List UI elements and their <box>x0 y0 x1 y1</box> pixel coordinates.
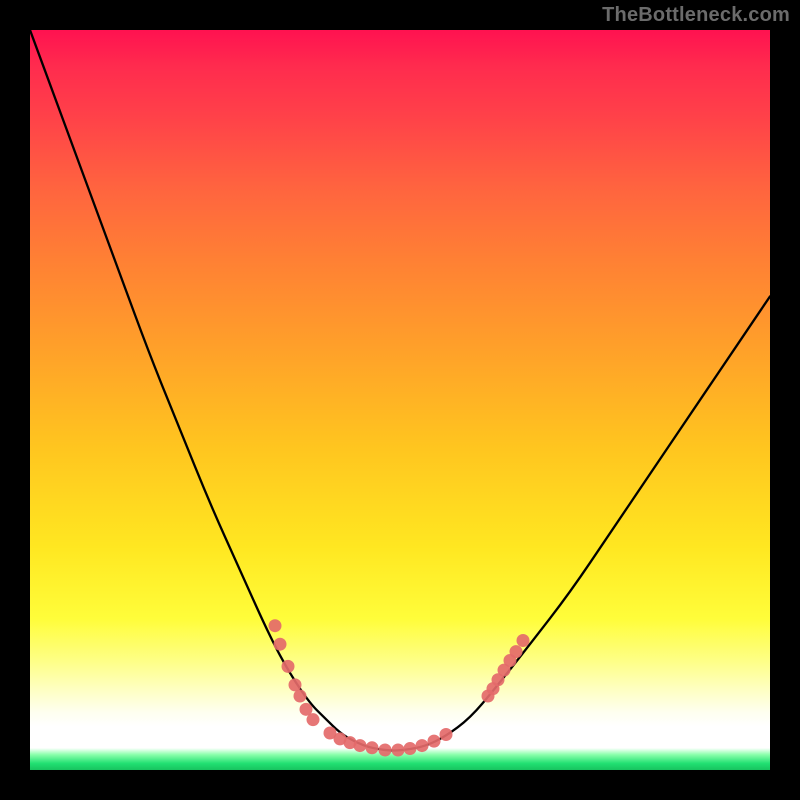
marker-dot <box>294 690 307 703</box>
marker-dot <box>269 619 282 632</box>
marker-dot <box>307 713 320 726</box>
marker-dot <box>517 634 530 647</box>
chart-frame: TheBottleneck.com <box>0 0 800 800</box>
marker-dot <box>392 744 405 757</box>
bottleneck-curve <box>30 30 770 750</box>
marker-dot <box>274 638 287 651</box>
marker-dot <box>289 678 302 691</box>
marker-dot <box>416 739 429 752</box>
plot-area <box>30 30 770 770</box>
marker-dot <box>440 728 453 741</box>
marker-dot <box>282 660 295 673</box>
marker-dot <box>428 735 441 748</box>
attribution-label: TheBottleneck.com <box>602 4 790 27</box>
marker-group <box>269 619 530 756</box>
marker-dot <box>366 741 379 754</box>
marker-dot <box>404 742 417 755</box>
curve-svg <box>30 30 770 770</box>
marker-dot <box>510 645 523 658</box>
marker-dot <box>379 744 392 757</box>
marker-dot <box>354 739 367 752</box>
